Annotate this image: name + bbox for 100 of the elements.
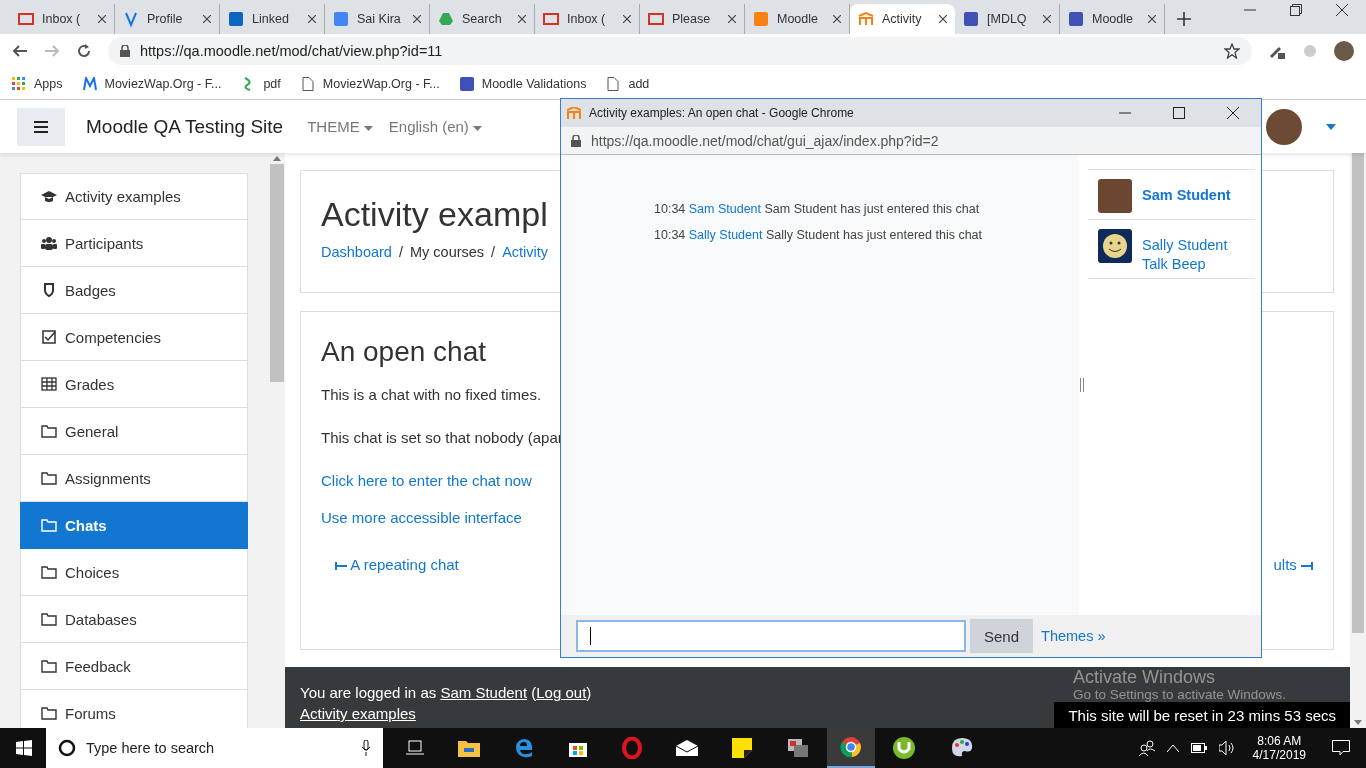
close-icon[interactable]	[1148, 15, 1156, 23]
close-icon[interactable]	[939, 15, 947, 23]
bookmark-star-icon[interactable]	[1224, 43, 1240, 59]
user-avatar[interactable]	[1266, 108, 1302, 145]
bookmark[interactable]: MoviezWap.Org - F...	[300, 76, 440, 91]
maximize-icon[interactable]	[1173, 107, 1185, 119]
user-name-link[interactable]: Sam Student	[1142, 187, 1231, 203]
computer-tools-icon[interactable]	[786, 737, 810, 759]
bookmark-icon	[12, 76, 26, 91]
user-name-link[interactable]: Sally Student	[1142, 237, 1228, 253]
notification-icon[interactable]	[1332, 740, 1350, 756]
themes-link[interactable]: Themes »	[1041, 628, 1106, 644]
sticky-note-icon[interactable]	[732, 738, 752, 758]
new-tab-icon[interactable]	[1177, 12, 1191, 26]
activity-title: An open chat	[321, 336, 488, 368]
resize-handle[interactable]	[1080, 378, 1084, 392]
site-icon	[858, 11, 874, 27]
site-icon	[438, 11, 454, 27]
sidebar-icon	[41, 659, 57, 673]
breadcrumb-item: My courses	[409, 244, 485, 260]
chevron-up-icon[interactable]	[1166, 744, 1179, 752]
bookmark[interactable]: MoviezWap.Org - F...	[82, 76, 222, 91]
sidebar-item[interactable]: Competencies	[20, 314, 248, 361]
battery-icon[interactable]	[1190, 743, 1207, 753]
mail-icon[interactable]	[676, 740, 698, 756]
chrome-icon	[840, 736, 862, 758]
profile-avatar[interactable]	[1334, 41, 1354, 61]
bookmark[interactable]: pdf	[241, 76, 281, 91]
bookmark-icon	[300, 76, 315, 91]
course-link[interactable]: Activity examples	[300, 705, 416, 722]
sidebar-item[interactable]: Databases	[20, 596, 248, 643]
talk-beep-link[interactable]: Talk Beep	[1142, 256, 1228, 272]
sidebar-item[interactable]: Chats	[20, 502, 248, 549]
torrent-icon[interactable]	[892, 736, 916, 760]
sidebar-item[interactable]: Feedback	[20, 643, 248, 690]
close-icon[interactable]	[518, 15, 526, 23]
breadcrumb-separator: /	[398, 244, 403, 260]
site-title[interactable]: Moodle QA Testing Site	[86, 115, 284, 138]
reload-icon[interactable]	[76, 43, 92, 59]
speaker-icon[interactable]	[1218, 741, 1235, 755]
user-link[interactable]: Sam Student	[440, 684, 528, 701]
close-icon[interactable]	[1043, 15, 1051, 23]
site-icon	[18, 11, 34, 27]
folder-icon[interactable]	[458, 739, 480, 757]
site-icon	[543, 11, 559, 27]
lock-icon	[571, 134, 581, 147]
sidebar-icon	[41, 283, 57, 297]
user-link[interactable]: Sally Student	[688, 228, 763, 242]
address-field[interactable]: https://qa.moodle.net/mod/chat/view.php?id=11	[108, 37, 1252, 65]
browser-tab[interactable]: Activity	[850, 4, 955, 34]
close-icon[interactable]	[413, 15, 421, 23]
dropdown-menu[interactable]: THEME	[307, 118, 373, 135]
close-icon[interactable]	[308, 15, 316, 23]
close-icon[interactable]	[203, 15, 211, 23]
send-button[interactable]: Send	[970, 619, 1034, 653]
sidebar-item[interactable]: Activity examples	[20, 173, 248, 220]
close-icon[interactable]	[833, 15, 841, 23]
close-icon[interactable]	[623, 15, 631, 23]
edge-browser-icon[interactable]	[514, 738, 534, 758]
site-icon	[333, 11, 349, 27]
taskbar-search-field[interactable]: Type here to search	[46, 728, 383, 768]
next-activity-link[interactable]: ults	[1273, 556, 1313, 573]
scrollbar-thumb[interactable]	[270, 164, 284, 382]
menu-button[interactable]	[17, 107, 65, 146]
sidebar-item[interactable]: General	[20, 408, 248, 455]
bookmark[interactable]: Moodle Validations	[459, 76, 587, 91]
microphone-icon[interactable]	[361, 740, 371, 756]
user-link[interactable]: Sam Student	[688, 202, 762, 216]
scroll-down-icon[interactable]	[1354, 720, 1362, 725]
sidebar-item[interactable]: Grades	[20, 361, 248, 408]
message-input[interactable]	[576, 620, 966, 652]
taskbar-clock[interactable]: 8:06 AM 4/17/2019	[1252, 734, 1306, 762]
windows-start-icon[interactable]	[16, 740, 32, 756]
restore-icon[interactable]	[1290, 4, 1302, 16]
breadcrumb-link[interactable]: Dashboard	[321, 244, 392, 260]
people-icon[interactable]	[1138, 740, 1155, 756]
bookmark[interactable]: add	[606, 76, 650, 91]
chrome-taskbar-button[interactable]	[827, 728, 875, 768]
close-icon[interactable]	[98, 15, 106, 23]
breadcrumb-link[interactable]: Activity	[502, 244, 549, 260]
user-avatar	[1098, 179, 1132, 213]
opera-browser-icon[interactable]	[622, 737, 642, 759]
scrollbar-thumb[interactable]	[1352, 153, 1364, 633]
sidebar-item[interactable]: Choices	[20, 549, 248, 596]
previous-activity-link[interactable]: A repeating chat	[335, 556, 459, 573]
sidebar-item[interactable]: Badges	[20, 267, 248, 314]
task-view-icon[interactable]	[406, 740, 424, 756]
scroll-up-icon[interactable]	[273, 156, 281, 161]
bookmark[interactable]: Apps	[12, 76, 63, 91]
close-icon[interactable]	[728, 15, 736, 23]
sidebar-icon	[41, 706, 57, 720]
back-icon[interactable]	[12, 43, 28, 59]
dropdown-menu[interactable]: English (en)	[388, 118, 483, 135]
close-icon[interactable]	[1336, 4, 1348, 16]
sidebar-item[interactable]: Participants	[20, 220, 248, 267]
caret-icon[interactable]	[1326, 123, 1336, 130]
sidebar-item[interactable]: Assignments	[20, 455, 248, 502]
breadcrumb-separator: /	[491, 244, 496, 260]
close-icon[interactable]	[1227, 107, 1239, 119]
sidebar-item[interactable]: Forums	[20, 690, 248, 728]
